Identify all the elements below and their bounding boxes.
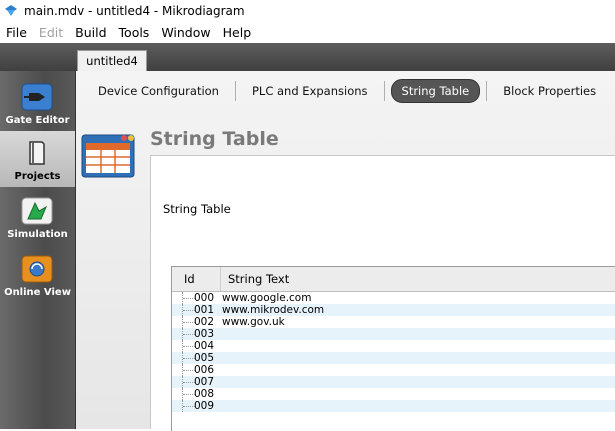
table-row[interactable]: 009 [172,400,615,412]
table-row[interactable]: 000 www.google.com [172,292,615,304]
tab-device-configuration[interactable]: Device Configuration [88,80,229,102]
row-id: 004 [194,340,215,352]
menu-bar: File Edit Build Tools Window Help [0,21,615,43]
tab-block-properties[interactable]: Block Properties [493,80,606,102]
tab-separator [383,81,385,101]
sidebar-item-simulation[interactable]: Simulation [0,189,75,245]
column-header-string-text[interactable]: String Text [228,272,289,286]
simulation-icon [21,197,53,225]
sub-tab-bar: Device Configuration PLC and Expansions … [76,71,615,111]
row-id: 003 [194,328,215,340]
table-row[interactable]: 008 [172,388,615,400]
section-label: String Table [163,202,231,216]
menu-window[interactable]: Window [155,25,216,40]
table-rows: 000 www.google.com 001 www.mikrodev.com 00… [172,292,615,412]
column-divider[interactable] [220,267,221,291]
table-row[interactable]: 006 [172,364,615,376]
row-id: 000 [194,292,215,304]
online-view-icon [21,255,53,283]
sidebar: Gate Editor Projects Simulation Online V… [0,71,76,429]
row-id: 006 [194,364,215,376]
string-table-icon [81,134,135,178]
table-row[interactable]: 007 [172,376,615,388]
menu-file[interactable]: File [0,25,33,40]
sidebar-label-projects: Projects [14,171,61,182]
sidebar-label-online-view: Online View [4,287,71,298]
table-row[interactable]: 001 www.mikrodev.com [172,304,615,316]
table-header: Id String Text [172,267,615,292]
menu-tools[interactable]: Tools [113,25,156,40]
projects-icon [29,141,45,165]
content-area: Device Configuration PLC and Expansions … [76,71,615,431]
string-table-grid[interactable]: Id String Text 000 www.google.com 001 www.… [171,266,615,431]
sidebar-label-simulation: Simulation [7,229,68,240]
menu-help[interactable]: Help [217,25,258,40]
row-id: 007 [194,376,215,388]
column-header-id[interactable]: Id [184,272,195,286]
string-table-panel: String Table Id String Text 000 www.googl… [150,155,615,431]
tab-separator [234,81,236,101]
sidebar-item-projects[interactable]: Projects [0,131,75,187]
row-id: 008 [194,388,215,400]
sidebar-label-gate-editor: Gate Editor [5,115,70,126]
row-id: 009 [194,400,215,412]
row-text[interactable]: www.gov.uk [222,316,285,328]
title-bar: main.mdv - untitled4 - Mikrodiagram [0,0,615,21]
sidebar-item-online-view[interactable]: Online View [0,247,75,303]
row-text[interactable]: www.mikrodev.com [222,304,324,316]
app-icon [5,4,17,16]
table-row[interactable]: 004 [172,340,615,352]
document-tab-strip: untitled4 [0,43,615,71]
window-title: main.mdv - untitled4 - Mikrodiagram [24,3,245,18]
row-id: 001 [194,304,215,316]
gate-editor-icon [21,83,53,111]
row-id: 002 [194,316,215,328]
table-row[interactable]: 005 [172,352,615,364]
menu-build[interactable]: Build [69,25,112,40]
page-title: String Table [150,128,279,150]
sidebar-item-gate-editor[interactable]: Gate Editor [0,75,75,131]
tab-untitled4[interactable]: untitled4 [77,50,147,71]
tab-plc-and-expansions[interactable]: PLC and Expansions [242,80,378,102]
row-id: 005 [194,352,215,364]
tab-string-table[interactable]: String Table [390,79,481,103]
tab-separator [486,81,488,101]
menu-edit[interactable]: Edit [33,25,69,40]
table-row[interactable]: 002 www.gov.uk [172,316,615,328]
row-text[interactable]: www.google.com [222,292,311,304]
table-row[interactable]: 003 [172,328,615,340]
